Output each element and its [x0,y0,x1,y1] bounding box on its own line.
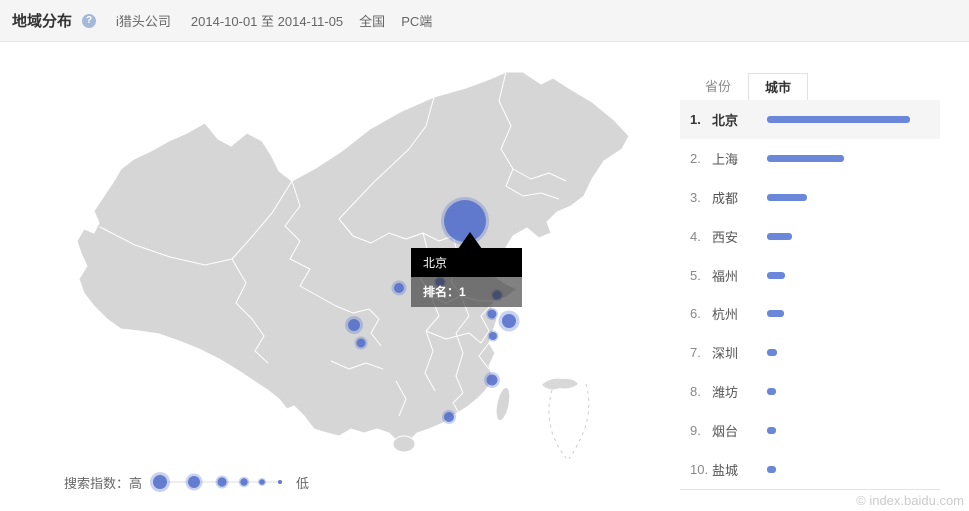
header-bar: 地域分布 ? i猎头公司 2014-10-01 至 2014-11-05 全国 … [0,0,969,42]
legend-circle [278,480,282,484]
legend-circle [153,475,167,489]
map-bubble[interactable] [394,283,404,293]
map-bubble[interactable] [502,314,516,328]
city-index-bar [767,466,776,473]
search-keyword: i猎头公司 [116,11,171,30]
city-rank: 3. [690,190,712,205]
map-bubble[interactable] [348,319,360,331]
city-row[interactable]: 8.潍坊 [680,372,940,411]
tooltip-arrow [458,232,482,249]
city-row[interactable]: 7.深圳 [680,333,940,372]
nine-dash-line-east [569,384,589,459]
city-row[interactable]: 1.北京 [680,100,940,139]
city-rank: 2. [690,151,712,166]
city-rank: 10. [690,462,712,477]
city-index-bar [767,194,807,201]
legend-label-high: 搜索指数：高 [64,473,142,492]
china-map [0,43,680,511]
city-name: 潍坊 [712,382,767,401]
city-row[interactable]: 2.上海 [680,139,940,178]
taiwan-island [494,386,513,422]
tab-city[interactable]: 城市 [748,73,808,101]
nine-dash-line-west [549,390,566,458]
map-bubble[interactable] [488,310,497,319]
hainan-island [393,436,415,452]
city-row[interactable]: 4.西安 [680,217,940,256]
city-index-bar [767,233,792,240]
content-area: 北京 排名：1 搜索指数：高 低 省份 城市 1.北京2.上海3.成都4.西安5… [0,43,969,511]
city-name: 上海 [712,149,767,168]
city-name: 北京 [712,110,767,129]
legend-label-low: 低 [296,473,309,492]
city-name: 西安 [712,227,767,246]
legend-circle [240,478,247,485]
city-rank: 7. [690,345,712,360]
city-rank: 6. [690,306,712,321]
city-name: 杭州 [712,304,767,323]
city-index-bar [767,155,844,162]
map-bubble[interactable] [489,332,497,340]
city-rank: 8. [690,384,712,399]
search-index-legend: 搜索指数：高 低 [64,468,309,496]
legend-circle [217,477,226,486]
city-name: 福州 [712,266,767,285]
city-name: 深圳 [712,343,767,362]
site-watermark: © index.baidu.com [680,493,969,508]
map-bubble[interactable] [487,375,498,386]
tab-province[interactable]: 省份 [688,73,748,101]
legend-circle-group [150,472,282,492]
footer-divider [680,489,940,490]
city-index-bar [767,310,784,317]
map-bubble[interactable] [444,412,454,422]
city-index-bar [767,427,776,434]
city-name: 盐城 [712,460,767,479]
city-index-bar [767,272,785,279]
region-scope: 全国 [359,11,385,30]
city-index-bar [767,116,910,123]
legend-circles [144,468,294,496]
baidu-index-region-panel: 地域分布 ? i猎头公司 2014-10-01 至 2014-11-05 全国 … [0,0,969,511]
legend-circle [259,479,265,485]
tooltip-rank: 排名：1 [411,277,522,307]
date-range: 2014-10-01 至 2014-11-05 [191,11,343,30]
city-row[interactable]: 5.福州 [680,256,940,295]
ranking-panel: 省份 城市 1.北京2.上海3.成都4.西安5.福州6.杭州7.深圳8.潍坊9.… [680,43,969,511]
city-rank: 1. [690,112,712,127]
panel-footer: © index.baidu.com [680,489,969,508]
city-row[interactable]: 3.成都 [680,178,940,217]
tooltip-city: 北京 [411,248,522,277]
city-row[interactable]: 6.杭州 [680,294,940,333]
map-bubble[interactable] [357,339,366,348]
city-index-bar [767,388,776,395]
city-row[interactable]: 10.盐城 [680,450,940,489]
city-rank: 9. [690,423,712,438]
city-list: 1.北京2.上海3.成都4.西安5.福州6.杭州7.深圳8.潍坊9.烟台10.盐… [680,100,940,489]
city-rank: 4. [690,229,712,244]
legend-circle [188,476,200,488]
map-tooltip: 北京 排名：1 [411,248,522,307]
city-rank: 5. [690,268,712,283]
page-title: 地域分布 [12,10,72,31]
ranking-tabs: 省份 城市 [680,73,940,101]
platform-scope: PC端 [401,11,432,30]
help-icon[interactable]: ? [82,14,96,28]
south-sea-inset-land [542,379,578,390]
china-mainland-shape [77,72,629,449]
city-index-bar [767,349,777,356]
city-name: 烟台 [712,421,767,440]
city-name: 成都 [712,188,767,207]
city-row[interactable]: 9.烟台 [680,411,940,450]
